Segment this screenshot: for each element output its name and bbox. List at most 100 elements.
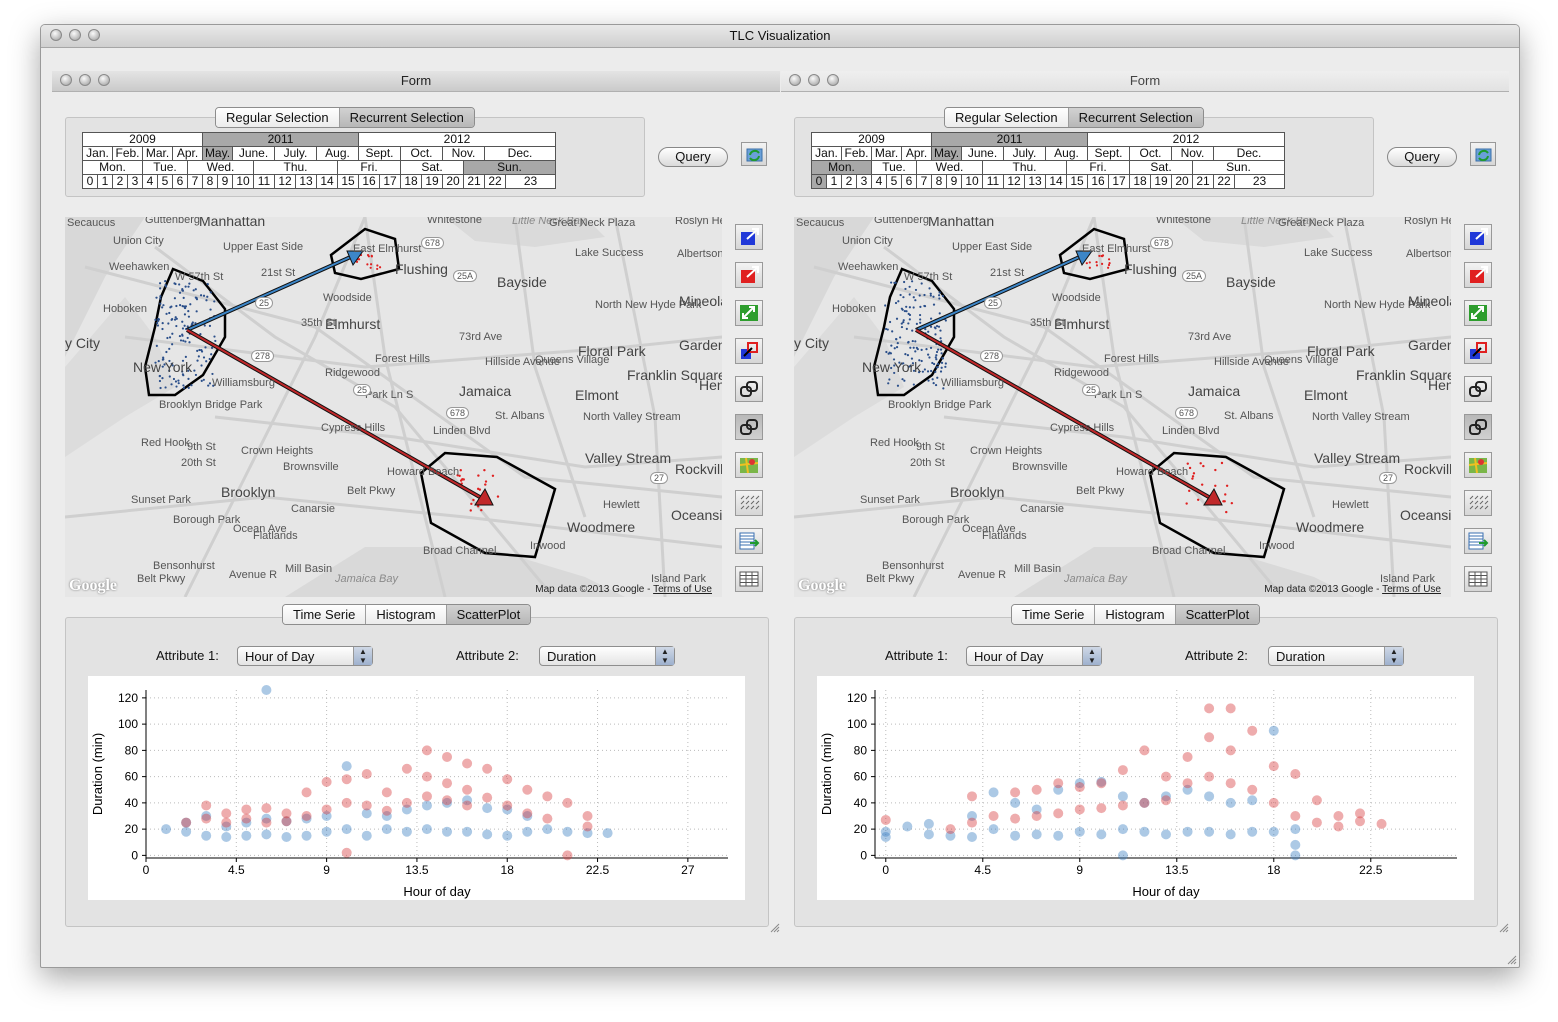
month-cell-dec[interactable]: Dec. (1213, 146, 1285, 161)
chart-tab-histogram[interactable]: Histogram (366, 605, 447, 624)
weekday-cell-mon[interactable]: Mon. (811, 160, 872, 175)
map-tool-button-9[interactable] (1464, 528, 1492, 554)
hour-cell-13[interactable]: 13 (1024, 174, 1046, 189)
hour-cell-11[interactable]: 11 (253, 174, 275, 189)
year-cell-2012[interactable]: 2012 (358, 132, 556, 147)
hour-cell-10[interactable]: 10 (232, 174, 254, 189)
month-cell-june[interactable]: June. (232, 146, 275, 161)
hour-cell-20[interactable]: 20 (442, 174, 464, 189)
month-cell-may[interactable]: May. (202, 146, 233, 161)
weekday-cell-mon[interactable]: Mon. (82, 160, 143, 175)
year-cell-2012[interactable]: 2012 (1087, 132, 1285, 147)
month-cell-sept[interactable]: Sept. (1087, 146, 1130, 161)
hour-cell-19[interactable]: 19 (421, 174, 443, 189)
chart-tab-scatterplot[interactable]: ScatterPlot (1175, 605, 1260, 624)
map-tool-button-3[interactable] (735, 300, 763, 326)
hour-cell-2[interactable]: 2 (841, 174, 857, 189)
hour-cell-18[interactable]: 18 (400, 174, 422, 189)
map-tool-button-4[interactable] (735, 338, 763, 364)
hour-cell-1[interactable]: 1 (826, 174, 842, 189)
weekday-cell-wed[interactable]: Wed. (916, 160, 983, 175)
terms-of-use-link[interactable]: Terms of Use (1382, 584, 1441, 595)
month-cell-jan[interactable]: Jan. (82, 146, 113, 161)
map-tool-button-8[interactable] (1464, 490, 1492, 516)
refresh-button[interactable] (1470, 142, 1496, 166)
chart-tab-time-serie[interactable]: Time Serie (1012, 605, 1096, 624)
hour-cell-9[interactable]: 9 (217, 174, 233, 189)
minimize-icon[interactable] (808, 74, 820, 86)
month-cell-oct[interactable]: Oct. (1129, 146, 1172, 161)
hour-cell-12[interactable]: 12 (1003, 174, 1025, 189)
attribute1-select[interactable]: Hour of Day ▲ ▼ (966, 646, 1102, 666)
weekday-cell-tue[interactable]: Tue. (871, 160, 917, 175)
hour-cell-11[interactable]: 11 (982, 174, 1004, 189)
month-cell-july[interactable]: July. (274, 146, 317, 161)
hour-cell-9[interactable]: 9 (946, 174, 962, 189)
month-cell-mar[interactable]: Mar. (871, 146, 902, 161)
hour-cell-4[interactable]: 4 (142, 174, 158, 189)
hour-cell-15[interactable]: 15 (1066, 174, 1088, 189)
hour-cell-7[interactable]: 7 (187, 174, 203, 189)
month-cell-may[interactable]: May. (931, 146, 962, 161)
hour-cell-1[interactable]: 1 (97, 174, 113, 189)
year-cell-2011[interactable]: 2011 (202, 132, 359, 147)
hour-cell-17[interactable]: 17 (1108, 174, 1130, 189)
weekday-cell-thu[interactable]: Thu. (982, 160, 1067, 175)
month-cell-nov[interactable]: Nov. (1171, 146, 1214, 161)
hour-cell-6[interactable]: 6 (172, 174, 188, 189)
hour-cell-18[interactable]: 18 (1129, 174, 1151, 189)
map-tool-button-1[interactable] (1464, 224, 1492, 250)
hour-cell-19[interactable]: 19 (1150, 174, 1172, 189)
zoom-icon[interactable] (98, 74, 110, 86)
month-cell-jan[interactable]: Jan. (811, 146, 842, 161)
map-tool-button-2[interactable] (735, 262, 763, 288)
form-resize-grip-icon[interactable] (1499, 923, 1509, 933)
scatter-chart[interactable]: 0 4.5 9 13.5 18 22.5 0 20 40 60 80 100 120 Hour of da… (817, 676, 1474, 900)
hour-cell-17[interactable]: 17 (379, 174, 401, 189)
hour-cell-23[interactable]: 23 (505, 174, 556, 189)
chart-tab-scatterplot[interactable]: ScatterPlot (446, 605, 531, 624)
hour-cell-7[interactable]: 7 (916, 174, 932, 189)
year-cell-2011[interactable]: 2011 (931, 132, 1088, 147)
month-cell-sept[interactable]: Sept. (358, 146, 401, 161)
month-cell-feb[interactable]: Feb. (841, 146, 872, 161)
weekday-cell-thu[interactable]: Thu. (253, 160, 338, 175)
month-cell-oct[interactable]: Oct. (400, 146, 443, 161)
refresh-button[interactable] (741, 142, 767, 166)
map-tool-button-1[interactable] (735, 224, 763, 250)
map-tool-button-5[interactable] (735, 376, 763, 402)
map-tool-button-10[interactable] (735, 566, 763, 592)
map-view[interactable]: Secaucus Guttenberg Manhattan Whitestone Lit… (65, 217, 722, 597)
selection-tab-recurrent-selection[interactable]: Recurrent Selection (1068, 108, 1203, 127)
attribute1-select[interactable]: Hour of Day ▲ ▼ (237, 646, 373, 666)
hour-cell-13[interactable]: 13 (295, 174, 317, 189)
hour-cell-14[interactable]: 14 (1045, 174, 1067, 189)
weekday-cell-fri[interactable]: Fri. (337, 160, 401, 175)
hour-cell-16[interactable]: 16 (1087, 174, 1109, 189)
hour-cell-5[interactable]: 5 (157, 174, 173, 189)
year-cell-2009[interactable]: 2009 (82, 132, 203, 147)
map-tool-button-9[interactable] (735, 528, 763, 554)
close-icon[interactable] (60, 74, 72, 86)
scatter-chart[interactable]: 0 4.5 9 13.5 18 22.5 27 0 20 40 60 80 100 120 Hour of … (88, 676, 745, 900)
map-tool-button-6[interactable] (1464, 414, 1492, 440)
attribute2-select[interactable]: Duration ▲ ▼ (539, 646, 675, 666)
zoom-icon[interactable] (88, 29, 100, 41)
hour-cell-14[interactable]: 14 (316, 174, 338, 189)
weekday-cell-sat[interactable]: Sat. (400, 160, 464, 175)
hour-cell-4[interactable]: 4 (871, 174, 887, 189)
month-cell-mar[interactable]: Mar. (142, 146, 173, 161)
selection-tab-recurrent-selection[interactable]: Recurrent Selection (339, 108, 474, 127)
hour-cell-8[interactable]: 8 (931, 174, 947, 189)
month-cell-aug[interactable]: Aug. (1045, 146, 1088, 161)
hour-cell-6[interactable]: 6 (901, 174, 917, 189)
map-tool-button-2[interactable] (1464, 262, 1492, 288)
map-tool-button-10[interactable] (1464, 566, 1492, 592)
hour-cell-16[interactable]: 16 (358, 174, 380, 189)
weekday-cell-wed[interactable]: Wed. (187, 160, 254, 175)
hour-cell-2[interactable]: 2 (112, 174, 128, 189)
minimize-icon[interactable] (69, 29, 81, 41)
month-cell-apr[interactable]: Apr. (901, 146, 932, 161)
hour-cell-22[interactable]: 22 (1213, 174, 1235, 189)
attribute2-select[interactable]: Duration ▲ ▼ (1268, 646, 1404, 666)
